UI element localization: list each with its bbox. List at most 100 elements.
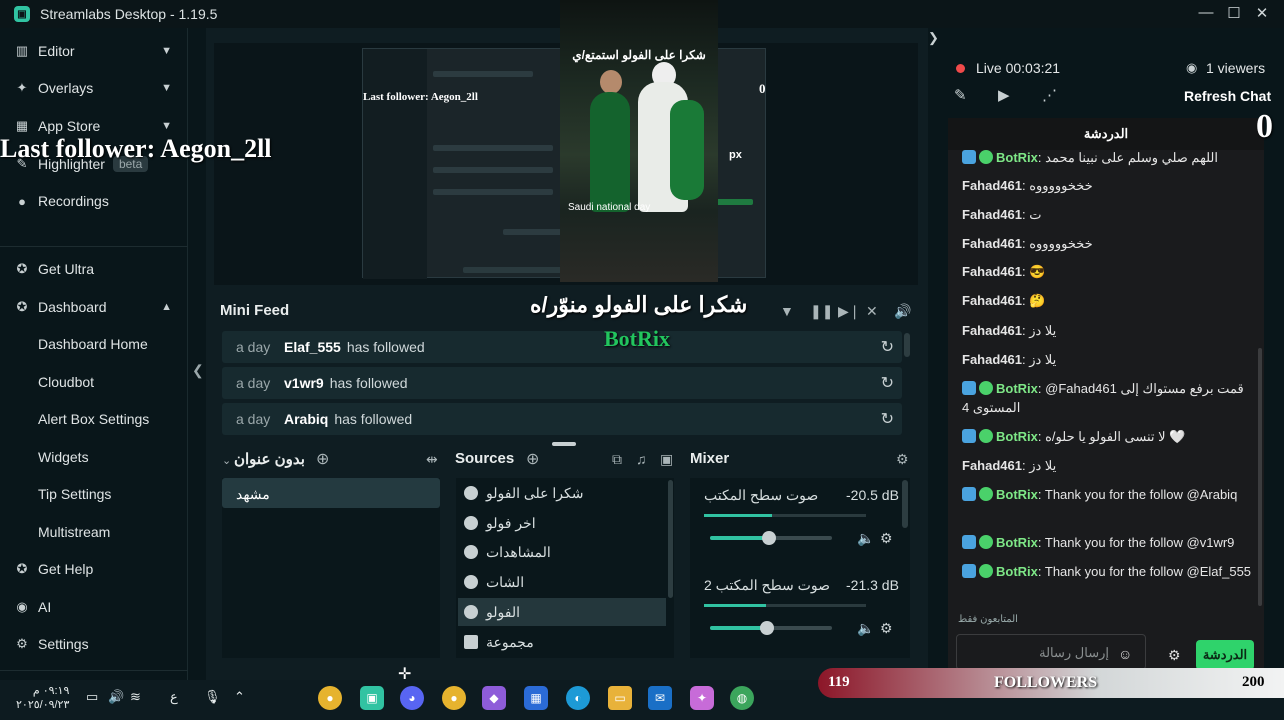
chevron-down-icon[interactable]: ▼ [161,82,172,94]
volume-slider[interactable] [710,621,832,635]
chat-username[interactable]: Fahad461 [962,207,1022,222]
pause-icon[interactable]: ❚❚ [810,303,833,320]
sidebar-item-get-ultra[interactable]: ✪ Get Ultra [0,251,188,287]
sidebar-item-get-help[interactable]: ✪ Get Help [0,551,188,587]
chevron-down-icon[interactable]: ▼ [161,45,172,57]
source-audio-icon[interactable]: ♫ [636,451,647,467]
chat-username[interactable]: Fahad461 [962,458,1022,473]
battery-icon[interactable]: ▭ [86,689,98,705]
sidebar-item-label: Recordings [38,193,109,209]
chat-username[interactable]: BotRix [996,487,1038,502]
speaker-icon[interactable]: 🔊 [108,689,124,705]
sidebar-item-dashboard[interactable]: ✪ Dashboard ▲ [0,289,188,325]
sidebar-item-alert-box-settings[interactable]: Alert Box Settings [0,401,188,437]
add-scene-icon[interactable]: ⊕ [316,449,329,469]
share-icon[interactable]: ⋰ [1042,86,1057,104]
mixer-scrollbar[interactable] [902,480,908,528]
replay-icon[interactable]: ↻ [881,337,894,357]
volume-slider-knob[interactable] [761,531,776,545]
copilot-app-icon[interactable]: ✦ [690,686,714,710]
chat-username[interactable]: Fahad461 [962,323,1022,338]
chevron-down-icon[interactable]: ⌄ [222,454,231,467]
chat-username[interactable]: BotRix [996,564,1038,579]
source-group-icon[interactable]: ⧉ [612,451,622,468]
chat-settings-icon[interactable]: ⚙ [1168,647,1181,664]
file-explorer-icon[interactable]: ▭ [608,686,632,710]
source-folder-icon[interactable]: ▣ [660,451,673,468]
scene-item[interactable]: مشهد [222,478,440,508]
channel-settings-icon[interactable]: ⚙ [880,530,893,547]
search-app-icon[interactable]: ◍ [730,686,754,710]
collapse-right-icon[interactable]: ❯ [928,30,939,46]
chat-send-button[interactable]: الدردشة [1196,640,1254,670]
chat-username[interactable]: Fahad461 [962,236,1022,251]
chat-username[interactable]: Fahad461 [962,352,1022,367]
chevron-up-icon[interactable]: ⌃ [234,689,245,705]
channel-settings-icon[interactable]: ⚙ [880,620,893,637]
volume-slider[interactable] [710,531,832,545]
sidebar-collapse-icon[interactable]: ❮ [192,362,204,379]
edit-icon[interactable]: ✎ [954,86,967,104]
chat-username[interactable]: Fahad461 [962,293,1022,308]
minimize-button[interactable]: — [1196,4,1216,21]
speaker-icon[interactable]: 🔈 [857,530,874,547]
source-item[interactable]: الشات [458,568,666,596]
maximize-button[interactable]: ☐ [1224,4,1244,22]
preview-px: px [729,149,742,161]
scene-collection-title[interactable]: بدون عنوان [234,450,305,468]
close-button[interactable]: ✕ [1252,4,1272,22]
chat-username[interactable]: Fahad461 [962,178,1022,193]
chrome-icon[interactable]: ● [318,686,342,710]
language-indicator[interactable]: ع [170,689,178,705]
source-item[interactable]: شكرا على الفولو [458,479,666,507]
store-icon[interactable]: ▦ [524,686,548,710]
outlook-icon[interactable]: ✉ [648,686,672,710]
source-item[interactable]: المشاهدات [458,538,666,566]
streamlabs-taskbar-icon[interactable]: ▣ [360,686,384,710]
sidebar-item-multistream[interactable]: Multistream [0,514,188,550]
replay-icon[interactable]: ↻ [881,373,894,393]
chevron-down-icon[interactable]: ▼ [161,120,172,132]
feed-scrollbar[interactable] [904,333,910,357]
mixer-settings-icon[interactable]: ⚙ [896,451,909,468]
sidebar-item-dashboard-home[interactable]: Dashboard Home [0,326,188,362]
chat-scrollbar[interactable] [1258,348,1262,606]
chat-username[interactable]: BotRix [996,535,1038,550]
transition-icon[interactable]: ⇹ [426,451,438,468]
resize-handle[interactable] [552,442,576,446]
volume-icon[interactable]: 🔊 [894,303,911,320]
sidebar-item-recordings[interactable]: ● Recordings [0,183,188,219]
microphone-icon[interactable]: 🎙 [204,689,221,705]
speaker-icon[interactable]: 🔈 [857,620,874,637]
chat-username[interactable]: Fahad461 [962,264,1022,279]
source-item[interactable]: اخر فولو [458,509,666,537]
edge-icon[interactable]: ◐ [566,686,590,710]
sidebar-item-overlays[interactable]: ✦ Overlays ▼ [0,70,188,106]
source-item-selected[interactable]: الفولو [458,598,666,626]
camera-icon[interactable]: ▶ [998,86,1010,104]
sidebar-item-widgets[interactable]: Widgets [0,439,188,475]
replay-icon[interactable]: ↻ [881,409,894,429]
mute-alerts-icon[interactable]: ✕ [866,303,878,320]
sidebar-item-settings[interactable]: ⚙ Settings [0,626,188,662]
sidebar-item-ai[interactable]: ◉ AI [0,589,188,625]
chat-username[interactable]: BotRix [996,429,1038,444]
discord-icon[interactable]: ◕ [400,686,424,710]
chat-username[interactable]: BotRix [996,150,1038,165]
chat-username[interactable]: BotRix [996,381,1038,396]
copilot-icon[interactable]: ◆ [482,686,506,710]
sources-scrollbar[interactable] [668,480,673,598]
refresh-chat-button[interactable]: Refresh Chat [1184,88,1271,104]
filter-icon[interactable]: ▼ [780,303,794,319]
chrome-icon[interactable]: ● [442,686,466,710]
sidebar-item-tip-settings[interactable]: Tip Settings [0,476,188,512]
sidebar-item-editor[interactable]: ▥ Editor ▼ [0,33,188,69]
skip-icon[interactable]: ▶❘ [838,303,861,320]
chevron-up-icon[interactable]: ▲ [161,301,172,313]
sidebar-item-cloudbot[interactable]: Cloudbot [0,364,188,400]
wifi-icon[interactable]: ≋ [130,689,141,705]
add-source-icon[interactable]: ⊕ [526,449,539,469]
emoji-icon[interactable]: ☺ [1118,646,1132,662]
source-folder[interactable]: مجموعة [458,628,666,656]
taskbar-clock[interactable]: ٠٩:١٩ م ٢٠٢٥/٠٩/٢٣ [16,684,69,712]
